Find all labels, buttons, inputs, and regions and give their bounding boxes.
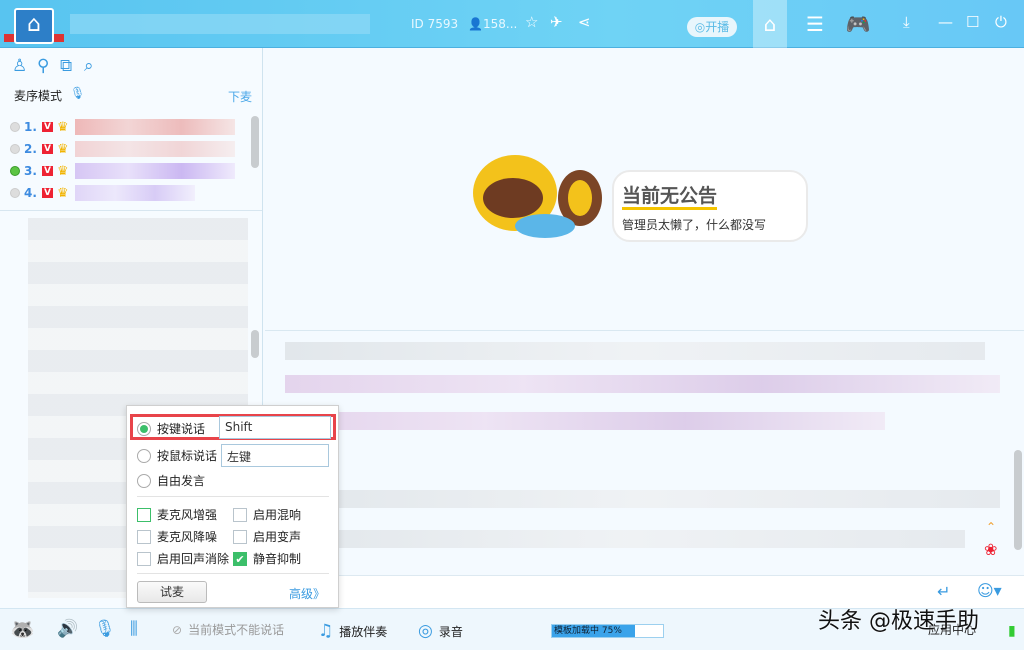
chat-message-blurred (285, 375, 1000, 393)
download-icon[interactable]: ⤓ (903, 13, 910, 31)
mouse-key-input[interactable]: 左键 (221, 444, 329, 467)
tab-home-icon[interactable]: ⌂ (753, 0, 787, 48)
equalizer-icon[interactable]: ⫼ (130, 619, 138, 639)
mic-icon[interactable]: 🎙 (94, 619, 116, 639)
chat-scrollbar[interactable] (1014, 450, 1022, 550)
divider (137, 573, 329, 574)
checkbox-echo-cancel[interactable]: 启用回声消除 (137, 550, 229, 567)
online-count: 158... (483, 17, 518, 31)
share-icon[interactable]: ⋖ (578, 13, 591, 31)
user-list-scrollbar[interactable] (251, 330, 259, 358)
crown-icon: ♛ (56, 119, 69, 135)
queue-item[interactable]: 4. V ♛ (10, 182, 195, 204)
crown-icon: ♛ (56, 141, 69, 157)
vip-badge: V (42, 144, 53, 154)
queue-item[interactable]: 3. V ♛ (10, 160, 235, 182)
chat-message-blurred (285, 412, 885, 430)
divider (137, 496, 329, 497)
notice-subtitle: 管理员太懒了，什么都没写 (622, 218, 767, 232)
down-mic-link[interactable]: 下麦 (228, 88, 252, 105)
template-progress: 模板加载中 75% (551, 624, 664, 638)
record-button[interactable]: ◎ 录音 (418, 621, 463, 641)
play-music-button[interactable]: ♫ 播放伴奏 (318, 621, 387, 641)
speaker-icon[interactable]: 🔊 (57, 619, 78, 639)
radio-free-talk[interactable]: 自由发言 (137, 472, 205, 489)
signal-icon: ▮ (1008, 623, 1016, 639)
search-icon[interactable]: ⌕ (84, 56, 94, 76)
mic-mode-label: 麦序模式 (14, 89, 63, 103)
users-icon[interactable]: ♙ (12, 56, 27, 76)
mic-disabled-icon: 🎙 (70, 86, 86, 100)
queue-item[interactable]: 2. V ♛ (10, 138, 235, 160)
home-logo-icon[interactable]: ⌂ (14, 8, 54, 44)
tab-list-icon[interactable]: ☰ (798, 0, 832, 48)
room-id: ID 7593 (411, 17, 459, 31)
chat-message-blurred (285, 342, 985, 360)
checkbox-voice-change[interactable]: 启用变声 (233, 528, 301, 545)
watermark: 头条 @极速手助 (818, 609, 979, 634)
queue-item[interactable]: 1. V ♛ (10, 116, 235, 138)
minimize-icon[interactable]: — (938, 13, 953, 31)
vip-badge: V (42, 122, 53, 132)
scroll-up-icon[interactable]: ⌃ (986, 520, 996, 534)
radio-key-talk[interactable]: 按键说话 (137, 420, 205, 437)
test-mic-button[interactable]: 试麦 (137, 581, 207, 603)
title-bar: ⌂ ID 7593 👤 158... ☆ ✈ ⋖ ◎开播 ⌂ ☰ 🎮 ⤓ — ☐… (0, 0, 1024, 48)
divider (0, 210, 262, 211)
flower-icon[interactable]: ❀ (984, 540, 997, 559)
plane-icon[interactable]: ✈ (550, 13, 563, 31)
vip-badge: V (42, 188, 53, 198)
crown-icon: ♛ (56, 185, 69, 201)
crown-icon: ♛ (56, 163, 69, 179)
live-button-label: 开播 (705, 20, 730, 34)
chat-divider (265, 330, 1024, 331)
live-button[interactable]: ◎开播 (687, 17, 737, 37)
send-icon[interactable]: ↵ (937, 582, 950, 601)
screen-icon[interactable]: ⧉ (60, 56, 72, 76)
advanced-link[interactable]: 高级》 (289, 585, 325, 602)
checkbox-reverb[interactable]: 启用混响 (233, 506, 301, 523)
voice-settings-popup: 按键说话 Shift 按鼠标说话 左键 自由发言 麦克风增强 启用混响 麦克风降… (126, 405, 339, 608)
emoji-icon[interactable]: ☺▾ (977, 581, 1002, 600)
notice-title: 当前无公告 (622, 185, 718, 210)
mascot-image (473, 155, 602, 238)
mic-mode-status[interactable]: ⊘ 当前模式不能说话 (172, 621, 284, 638)
hotkey-input[interactable]: Shift (219, 416, 331, 439)
music-icon: ♫ (318, 621, 334, 641)
tab-gamepad-icon[interactable]: 🎮 (841, 0, 875, 48)
checkbox-silence-suppress[interactable]: ✔ 静音抑制 (233, 550, 301, 567)
mic-off-icon: ⊘ (172, 622, 183, 637)
chat-message-blurred (285, 490, 1000, 508)
user-icon: 👤 (468, 17, 483, 31)
checkbox-noise-reduction[interactable]: 麦克风降噪 (137, 528, 217, 545)
vip-badge: V (42, 166, 53, 176)
power-icon[interactable]: ⏻ (995, 13, 1007, 31)
star-icon[interactable]: ☆ (525, 13, 538, 31)
location-icon[interactable]: ⚲ (37, 56, 49, 76)
chat-message-blurred (285, 530, 965, 548)
mascot-avatar[interactable]: 🦝 (10, 617, 35, 641)
record-icon: ◎ (418, 621, 433, 641)
checkbox-mic-boost[interactable]: 麦克风增强 (137, 506, 217, 523)
room-name-blurred (70, 14, 370, 34)
queue-scrollbar[interactable] (251, 116, 259, 168)
radio-mouse-talk[interactable]: 按鼠标说话 (137, 447, 217, 464)
maximize-icon[interactable]: ☐ (966, 13, 979, 31)
